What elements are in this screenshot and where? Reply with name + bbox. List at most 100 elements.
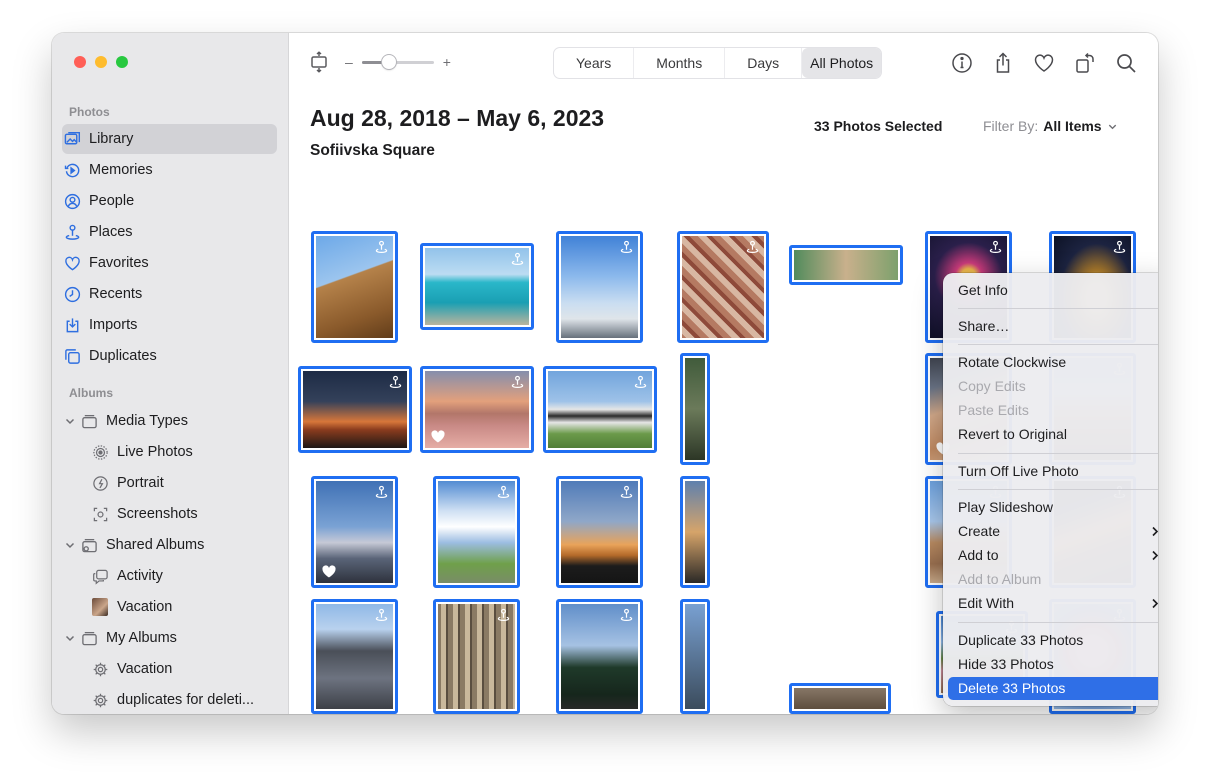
- tab-days[interactable]: Days: [725, 48, 803, 78]
- sidebar-item-label: Places: [89, 224, 133, 240]
- zoom-slider[interactable]: [361, 54, 434, 69]
- menu-separator: [958, 344, 1158, 345]
- menu-item-rotate-clockwise[interactable]: Rotate Clockwise: [948, 351, 1158, 374]
- sidebar-item-shared-albums[interactable]: Shared Albums: [64, 530, 279, 560]
- photo-tile[interactable]: [677, 231, 769, 343]
- sidebar-item-activity[interactable]: Activity: [90, 561, 280, 591]
- menu-item-duplicate[interactable]: Duplicate 33 Photos: [948, 629, 1158, 652]
- rotate-icon[interactable]: [1073, 51, 1097, 75]
- photo-tile[interactable]: [433, 476, 520, 588]
- sidebar-item-duplicates[interactable]: Duplicates: [62, 341, 277, 371]
- zoom-in-label[interactable]: +: [443, 54, 451, 70]
- chevron-down-icon: [1108, 124, 1116, 129]
- sidebar-item-screenshots[interactable]: Screenshots: [90, 499, 280, 529]
- aspect-ratio-icon[interactable]: [309, 51, 329, 73]
- filter-label: Filter By:: [983, 118, 1039, 134]
- live-photo-badge-icon: [511, 252, 524, 265]
- menu-item-get-info[interactable]: Get Info: [948, 279, 1158, 302]
- sidebar-item-media-types[interactable]: Media Types: [64, 406, 279, 436]
- photo-tile[interactable]: [420, 366, 534, 453]
- memories-icon: [62, 160, 82, 180]
- photo-tile[interactable]: [420, 243, 534, 330]
- filter-dropdown[interactable]: Filter By: All Items: [983, 118, 1118, 134]
- sidebar-item-duplicates-album[interactable]: duplicates for deleti...: [90, 685, 280, 714]
- share-icon[interactable]: [991, 51, 1015, 75]
- sidebar-item-label: People: [89, 193, 135, 209]
- menu-item-paste-edits[interactable]: Paste Edits: [948, 399, 1158, 422]
- minimize-window-button[interactable]: [95, 56, 107, 68]
- menu-item-turn-off-live-photo[interactable]: Turn Off Live Photo: [948, 460, 1158, 483]
- folder-icon: [79, 628, 99, 648]
- menu-item-copy-edits[interactable]: Copy Edits: [948, 375, 1158, 398]
- photo-tile[interactable]: [789, 245, 903, 285]
- sidebar-item-library[interactable]: Library: [62, 124, 277, 154]
- toolbar: – + Years Months Days All Photos: [289, 33, 1158, 91]
- photo-tile[interactable]: [680, 353, 710, 465]
- info-icon[interactable]: [950, 51, 974, 75]
- tab-years[interactable]: Years: [554, 48, 635, 78]
- live-photo-badge-icon: [634, 375, 647, 388]
- close-window-button[interactable]: [74, 56, 86, 68]
- search-icon[interactable]: [1114, 51, 1138, 75]
- sidebar-item-vacation[interactable]: Vacation: [90, 654, 280, 684]
- sidebar-item-label: Memories: [89, 162, 153, 178]
- live-photo-badge-icon: [375, 240, 388, 253]
- sidebar-item-label: Recents: [89, 286, 143, 302]
- menu-item-delete[interactable]: Delete 33 Photos: [948, 677, 1158, 700]
- chevron-down-icon[interactable]: [64, 539, 76, 551]
- photo-tile[interactable]: [680, 599, 710, 714]
- sidebar-item-recents[interactable]: Recents: [62, 279, 277, 309]
- menu-item-share[interactable]: Share…: [948, 315, 1158, 338]
- photo-tile[interactable]: [311, 476, 398, 588]
- photos-section-header: Photos: [69, 105, 110, 119]
- sidebar-item-portrait[interactable]: Portrait: [90, 468, 280, 498]
- sidebar-item-my-albums[interactable]: My Albums: [64, 623, 279, 653]
- sidebar-item-label: Activity: [117, 568, 163, 584]
- selection-count: 33 Photos Selected: [814, 118, 943, 134]
- chevron-down-icon[interactable]: [64, 632, 76, 644]
- photo-tile[interactable]: [556, 599, 643, 714]
- sidebar-item-favorites[interactable]: Favorites: [62, 248, 277, 278]
- sidebar-item-live-photos[interactable]: Live Photos: [90, 437, 280, 467]
- heart-icon: [62, 253, 82, 273]
- photo-tile[interactable]: [543, 366, 657, 453]
- chevron-down-icon[interactable]: [64, 415, 76, 427]
- sidebar-item-memories[interactable]: Memories: [62, 155, 277, 185]
- photo-tile[interactable]: [298, 366, 412, 453]
- sidebar-item-label: Favorites: [89, 255, 149, 271]
- photo-tile[interactable]: [433, 599, 520, 714]
- zoom-window-button[interactable]: [116, 56, 128, 68]
- aperture-icon: [90, 473, 110, 493]
- context-menu: Get Info Share… Rotate Clockwise Copy Ed…: [943, 273, 1158, 706]
- favorite-heart-icon[interactable]: [1032, 51, 1056, 75]
- zoom-control: – +: [309, 51, 451, 73]
- filter-value: All Items: [1043, 118, 1102, 134]
- live-photo-badge-icon: [389, 375, 402, 388]
- menu-item-create[interactable]: Create: [948, 520, 1158, 543]
- sidebar-item-vacation-shared[interactable]: Vacation: [90, 592, 280, 622]
- photo-tile[interactable]: [556, 476, 643, 588]
- zoom-slider-knob[interactable]: [382, 54, 397, 69]
- menu-item-hide[interactable]: Hide 33 Photos: [948, 653, 1158, 676]
- menu-item-revert-to-original[interactable]: Revert to Original: [948, 423, 1158, 446]
- tab-all-photos[interactable]: All Photos: [802, 48, 882, 78]
- sidebar-item-label: Vacation: [117, 599, 173, 615]
- photo-tile[interactable]: [556, 231, 643, 343]
- tab-months[interactable]: Months: [634, 48, 726, 78]
- album-thumbnail: [90, 597, 110, 617]
- sidebar-item-people[interactable]: People: [62, 186, 277, 216]
- menu-item-add-to-album[interactable]: Add to Album: [948, 568, 1158, 591]
- sidebar-item-imports[interactable]: Imports: [62, 310, 277, 340]
- sidebar-item-label: Imports: [89, 317, 138, 333]
- sidebar-item-label: Shared Albums: [106, 537, 205, 553]
- sidebar-item-places[interactable]: Places: [62, 217, 277, 247]
- photo-tile[interactable]: [680, 476, 710, 588]
- zoom-out-label[interactable]: –: [345, 54, 353, 70]
- menu-item-edit-with[interactable]: Edit With: [948, 592, 1158, 615]
- menu-item-add-to[interactable]: Add to: [948, 544, 1158, 567]
- photo-tile[interactable]: [789, 683, 891, 714]
- photo-tile[interactable]: [311, 231, 398, 343]
- chevron-right-icon: [1152, 550, 1158, 561]
- photo-tile[interactable]: [311, 599, 398, 714]
- menu-item-play-slideshow[interactable]: Play Slideshow: [948, 496, 1158, 519]
